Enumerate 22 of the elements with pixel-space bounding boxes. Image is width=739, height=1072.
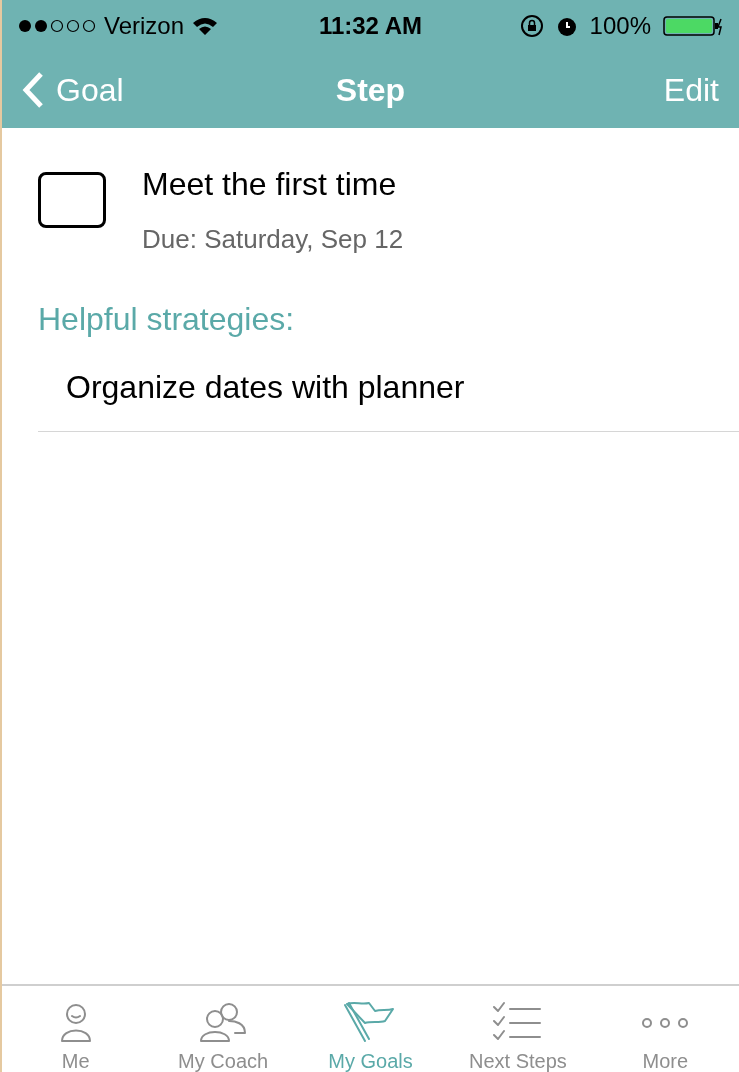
wifi-icon — [192, 16, 219, 36]
battery-text: 100% — [589, 11, 651, 41]
tab[interactable]: More — [591, 986, 739, 1072]
clock-text: 11:32 AM — [317, 11, 424, 41]
step-title: Meet the first time — [142, 165, 398, 204]
back-button[interactable]: Goal — [22, 66, 255, 114]
rotation-lock-icon — [519, 14, 544, 38]
signal-icon — [18, 19, 96, 33]
alarm-icon — [555, 15, 578, 37]
section-heading: Helpful strategies: — [38, 300, 296, 339]
tab[interactable]: Me — [2, 986, 150, 1072]
tab[interactable]: My Coach — [149, 986, 297, 1072]
carrier-text: Verizon — [104, 11, 185, 41]
edit-button[interactable]: Edit — [486, 66, 719, 114]
strategy-item[interactable]: Organize dates with planner — [66, 369, 465, 405]
chevron-left-icon — [22, 71, 44, 109]
page-title: Step — [334, 71, 407, 110]
battery-icon — [663, 15, 723, 37]
step-checkbox[interactable] — [38, 172, 106, 228]
tab[interactable]: Next Steps — [444, 986, 592, 1072]
tab[interactable]: My Goals — [296, 986, 445, 1072]
due-date: Due: Saturday, Sep 12 — [142, 223, 404, 256]
